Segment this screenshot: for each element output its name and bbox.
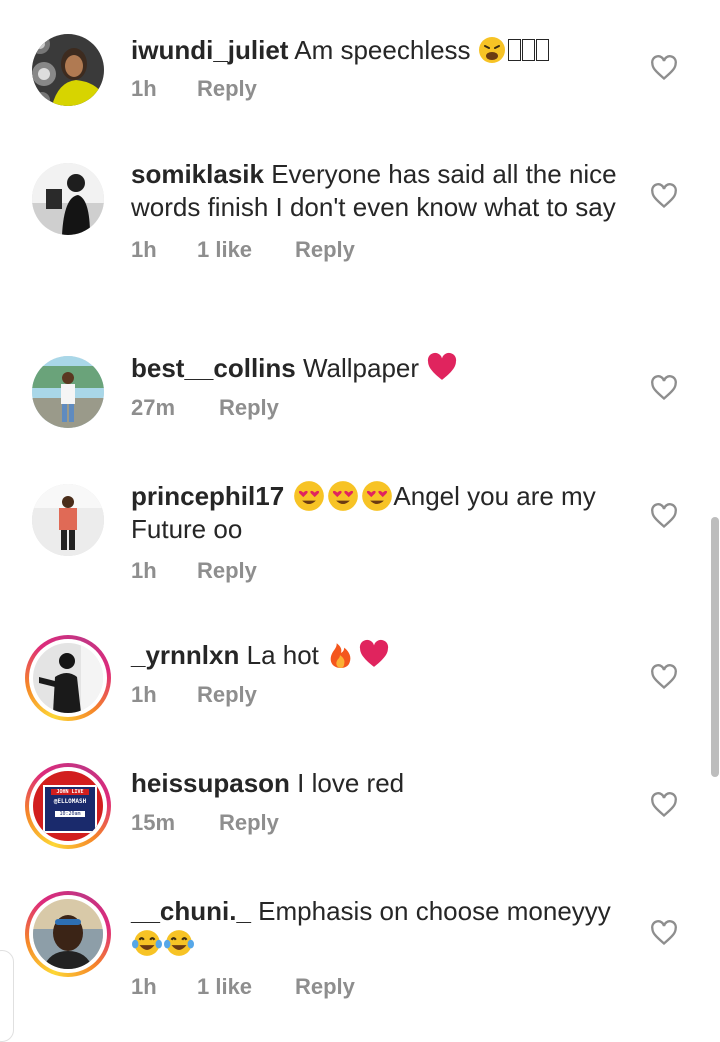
avatar xyxy=(33,899,103,969)
avatar[interactable] xyxy=(32,34,104,106)
heart-eyes-emoji-icon xyxy=(294,481,325,511)
comment-time: 1h xyxy=(131,682,157,707)
avatar-story-ring[interactable] xyxy=(25,635,111,721)
comment-username[interactable]: iwundi_juliet xyxy=(131,35,288,65)
like-heart-icon[interactable] xyxy=(650,55,678,81)
avatar-ring-gap xyxy=(29,639,107,717)
comment-text: _yrnnlxn La hot xyxy=(131,639,631,672)
comment-time: 1h xyxy=(131,237,157,262)
comment-meta: 1h 1 like Reply xyxy=(131,974,631,1004)
comment-body: best__collins Wallpaper 27m Reply xyxy=(131,352,631,425)
comment-text: somiklasik Everyone has said all the nic… xyxy=(131,158,631,224)
scrollbar[interactable] xyxy=(711,517,719,777)
comment-time: 1h xyxy=(131,974,157,999)
comment-like-count[interactable]: 1 like xyxy=(197,237,252,263)
tears-of-joy-emoji-icon xyxy=(164,930,194,956)
avatar-image xyxy=(33,643,103,713)
comment-username[interactable]: somiklasik xyxy=(131,159,264,189)
comment-text: best__collins Wallpaper xyxy=(131,352,631,385)
fire-emoji-icon xyxy=(330,643,351,668)
heart-eyes-emoji-icon xyxy=(362,481,393,511)
avatar-ring-gap: JOHN LIVE @ELLOMASH 10:20am xyxy=(29,767,107,845)
like-heart-icon[interactable] xyxy=(650,664,678,690)
avatar-image xyxy=(32,34,104,106)
comment-body: princephil17 Angel you are my Future oo … xyxy=(131,480,631,588)
reply-button[interactable]: Reply xyxy=(219,395,279,421)
missing-glyph-icon xyxy=(521,39,535,61)
like-heart-icon[interactable] xyxy=(650,920,678,946)
comment-time: 27m xyxy=(131,395,176,420)
reply-button[interactable]: Reply xyxy=(295,237,355,263)
reply-button[interactable]: Reply xyxy=(219,810,279,836)
comment-body: heissupason I love red 15m Reply xyxy=(131,767,631,840)
avatar[interactable] xyxy=(32,484,104,556)
comment-meta: 1h Reply xyxy=(131,76,631,106)
avatar-badge: JOHN LIVE @ELLOMASH 10:20am xyxy=(43,785,97,833)
comment-body: somiklasik Everyone has said all the nic… xyxy=(131,158,631,267)
avatar-image xyxy=(32,163,104,235)
like-heart-icon[interactable] xyxy=(650,503,678,529)
reply-button[interactable]: Reply xyxy=(295,974,355,1000)
comment-body: _yrnnlxn La hot 1h Reply xyxy=(131,639,631,712)
comment-content: La hot xyxy=(246,640,327,670)
side-panel-edge xyxy=(0,950,14,1042)
reply-button[interactable]: Reply xyxy=(197,682,257,708)
heart-eyes-emoji-icon xyxy=(328,481,359,511)
avatar-ring-gap xyxy=(29,895,107,973)
like-heart-icon[interactable] xyxy=(650,792,678,818)
avatar[interactable] xyxy=(32,356,104,428)
comment-meta: 1h 1 like Reply xyxy=(131,237,631,267)
comment-username[interactable]: princephil17 xyxy=(131,481,284,511)
comment-meta: 15m Reply xyxy=(131,810,631,840)
avatar-image xyxy=(33,899,103,969)
avatar-story-ring[interactable] xyxy=(25,891,111,977)
comment-text: heissupason I love red xyxy=(131,767,631,800)
reply-button[interactable]: Reply xyxy=(197,558,257,584)
weary-face-emoji-icon xyxy=(478,37,505,63)
comment-body: iwundi_juliet Am speechless 1h Reply xyxy=(131,34,631,106)
avatar-badge-line: @ELLOMASH xyxy=(53,798,87,805)
comment-time: 1h xyxy=(131,558,157,583)
comment-content: Emphasis on choose moneyyy xyxy=(258,896,611,926)
comment-username[interactable]: heissupason xyxy=(131,768,290,798)
comment-text: princephil17 Angel you are my Future oo xyxy=(131,480,631,546)
comment-content: I love red xyxy=(297,768,405,798)
red-heart-emoji-icon xyxy=(428,352,457,380)
avatar-image xyxy=(32,484,104,556)
comment-time: 1h xyxy=(131,76,157,101)
comment-time: 15m xyxy=(131,810,176,835)
avatar-badge-line: 10:20am xyxy=(55,811,85,817)
avatar-badge-line: JOHN LIVE xyxy=(51,789,89,795)
comment-content: Wallpaper xyxy=(302,353,427,383)
like-heart-icon[interactable] xyxy=(650,375,678,401)
comment-username[interactable]: best__collins xyxy=(131,353,296,383)
avatar-image xyxy=(32,356,104,428)
avatar-story-ring[interactable]: JOHN LIVE @ELLOMASH 10:20am xyxy=(25,763,111,849)
comment-meta: 1h Reply xyxy=(131,558,631,588)
missing-glyph-icon xyxy=(535,39,549,61)
comment-username[interactable]: __chuni._ xyxy=(131,896,251,926)
avatar: JOHN LIVE @ELLOMASH 10:20am xyxy=(33,771,103,841)
comment-meta: 1h Reply xyxy=(131,682,631,712)
comment-meta: 27m Reply xyxy=(131,395,631,425)
comment-body: __chuni._ Emphasis on choose moneyyy 1h … xyxy=(131,895,631,1004)
tears-of-joy-emoji-icon xyxy=(132,930,162,956)
comment-content: Am speechless xyxy=(294,35,478,65)
comment-text: iwundi_juliet Am speechless xyxy=(131,34,631,67)
avatar[interactable] xyxy=(32,163,104,235)
comment-text: __chuni._ Emphasis on choose moneyyy xyxy=(131,895,631,961)
missing-glyph-icon xyxy=(507,39,521,61)
red-heart-emoji-icon xyxy=(360,639,389,667)
reply-button[interactable]: Reply xyxy=(197,76,257,102)
avatar xyxy=(33,643,103,713)
like-heart-icon[interactable] xyxy=(650,183,678,209)
comment-username[interactable]: _yrnnlxn xyxy=(131,640,239,670)
comment-like-count[interactable]: 1 like xyxy=(197,974,252,1000)
